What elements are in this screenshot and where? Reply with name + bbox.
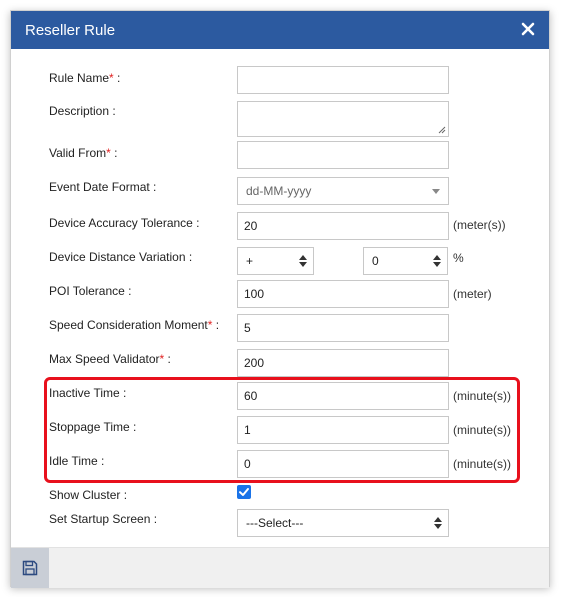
resize-grip-icon[interactable] xyxy=(438,126,446,134)
dialog-title: Reseller Rule xyxy=(25,22,116,39)
save-button[interactable] xyxy=(11,548,49,588)
event-date-format-label: Event Date Format : xyxy=(49,180,157,194)
select-arrows-icon xyxy=(433,255,441,267)
save-icon xyxy=(22,560,38,576)
distance-variation-unit: % xyxy=(453,251,464,265)
show-cluster-checkbox[interactable] xyxy=(237,485,251,499)
dialog-body: Rule Name* : Description : Valid From* :… xyxy=(11,49,549,547)
event-date-format-select[interactable]: dd-MM-yyyy xyxy=(237,177,449,205)
dialog-footer xyxy=(11,547,549,588)
distance-sign-select[interactable]: + xyxy=(237,247,314,275)
checkmark-icon xyxy=(239,488,249,496)
max-speed-validator-input[interactable]: 200 xyxy=(237,349,449,377)
dialog-title-bar: Reseller Rule xyxy=(11,11,549,49)
device-accuracy-tolerance-label: Device Accuracy Tolerance : xyxy=(49,216,200,230)
startup-screen-select[interactable]: ---Select--- xyxy=(237,509,449,537)
poi-tolerance-unit: (meter) xyxy=(453,287,492,301)
set-startup-screen-label: Set Startup Screen : xyxy=(49,512,158,526)
poi-tolerance-label: POI Tolerance : xyxy=(49,284,132,298)
chevron-down-icon xyxy=(432,189,440,194)
select-arrows-icon xyxy=(434,517,442,529)
max-speed-validator-label: Max Speed Validator* : xyxy=(49,352,171,366)
rule-name-input[interactable] xyxy=(237,66,449,94)
reseller-rule-dialog: Reseller Rule Rule Name* : Description :… xyxy=(10,10,550,588)
device-accuracy-tolerance-unit: (meter(s)) xyxy=(453,218,506,232)
device-accuracy-tolerance-input[interactable]: 20 xyxy=(237,212,449,240)
rule-name-label: Rule Name* : xyxy=(49,71,121,85)
time-fields-highlight xyxy=(44,377,520,483)
close-icon[interactable] xyxy=(519,20,537,38)
valid-from-label: Valid From* : xyxy=(49,146,118,160)
description-label: Description : xyxy=(49,104,116,118)
show-cluster-label: Show Cluster : xyxy=(49,488,128,502)
valid-from-input[interactable] xyxy=(237,141,449,169)
select-arrows-icon xyxy=(299,255,307,267)
distance-amount-select[interactable]: 0 xyxy=(363,247,448,275)
distance-amount-value: 0 xyxy=(372,254,379,268)
poi-tolerance-input[interactable]: 100 xyxy=(237,280,449,308)
event-date-format-value: dd-MM-yyyy xyxy=(246,184,312,198)
description-textarea[interactable] xyxy=(237,101,449,137)
startup-screen-value: ---Select--- xyxy=(246,516,304,530)
distance-sign-value: + xyxy=(246,254,254,268)
device-distance-variation-label: Device Distance Variation : xyxy=(49,250,193,264)
speed-consideration-moment-label: Speed Consideration Moment* : xyxy=(49,318,220,332)
speed-consideration-moment-input[interactable]: 5 xyxy=(237,314,449,342)
